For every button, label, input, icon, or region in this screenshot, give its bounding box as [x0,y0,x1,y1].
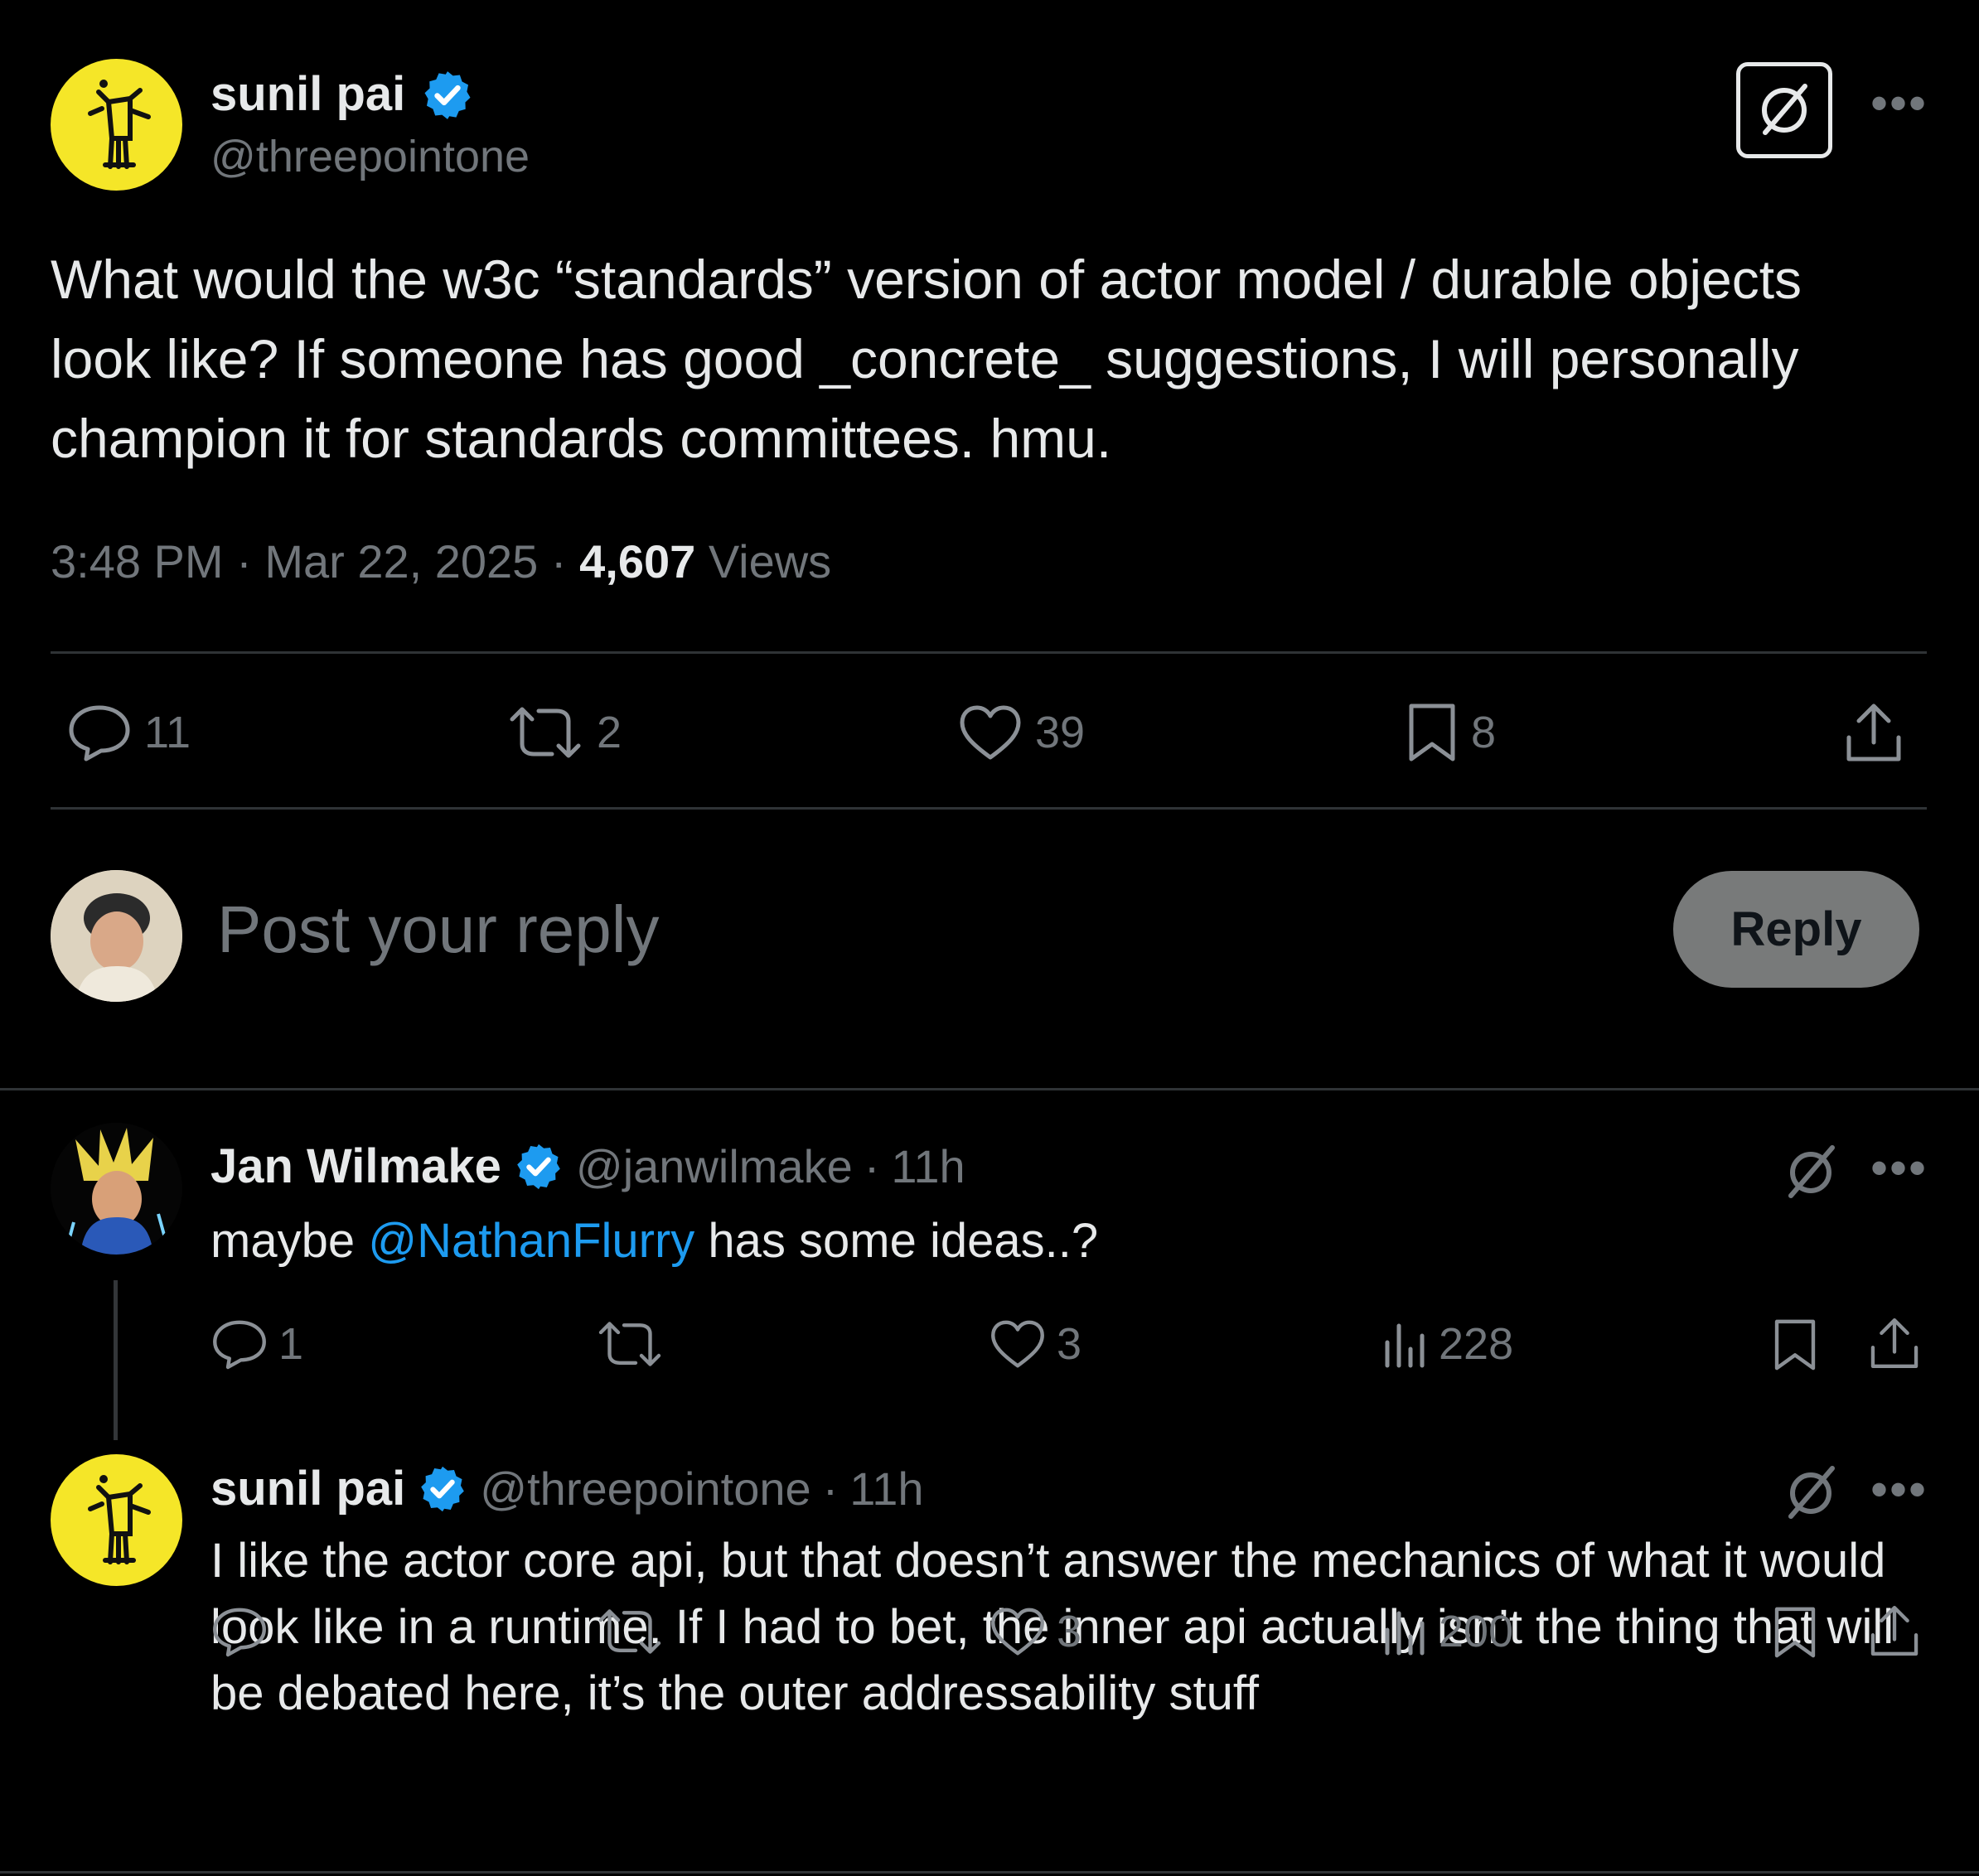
reply1-age[interactable]: 11h [891,1139,965,1193]
author-name[interactable]: sunil pai [210,66,405,122]
author-avatar[interactable] [51,59,182,191]
reply2-avatar[interactable] [51,1454,182,1586]
author-handle[interactable]: @threepointone [210,131,530,182]
post-date[interactable]: Mar 22, 2025 [264,535,538,587]
anime-character-icon [51,1123,182,1255]
post-views-count: 4,607 [579,535,696,587]
bookmark-icon [1774,1319,1816,1371]
more-options-icon[interactable]: ••• [1870,79,1928,128]
reply1-reply-action[interactable]: 1 [210,1318,303,1371]
reply1-avatar[interactable] [51,1123,182,1255]
reply2-reply-action[interactable] [210,1605,278,1658]
post-time[interactable]: 3:48 PM [51,535,224,587]
share-icon [1846,704,1901,762]
more-options-icon[interactable]: ••• [1870,1143,1928,1193]
post-text: What would the w3c “standards” version o… [51,249,1802,469]
reply1-views-action[interactable]: 228 [1382,1318,1513,1371]
reply2-views-action[interactable]: 200 [1382,1605,1513,1658]
grok-icon[interactable] [1778,1458,1844,1525]
bookmark-icon [1409,704,1455,762]
current-user-avatar[interactable] [51,870,182,1002]
reply-icon [213,1320,266,1370]
bookmark-count: 8 [1471,708,1497,757]
dog-figure-icon [88,1475,151,1564]
repost-icon [598,1322,661,1366]
share-action[interactable] [1842,701,1905,764]
reply2-age[interactable]: 11h [849,1462,923,1516]
reply2-view-count: 200 [1439,1607,1514,1656]
thread-line [114,1280,118,1440]
reply2-author-name[interactable]: sunil pai [210,1461,405,1516]
grok-icon[interactable] [1778,1138,1844,1204]
reply2-repost-action[interactable] [595,1605,675,1658]
reply1-like-count: 3 [1057,1319,1082,1369]
bottom-divider [0,1871,1979,1874]
analytics-icon [1385,1611,1425,1656]
reply1-author-handle[interactable]: @janwilmake [576,1139,853,1193]
mention-link[interactable]: @NathanFlurry [368,1214,694,1268]
reply1-text: maybe @NathanFlurry has some ideas..? [210,1214,1099,1268]
reply2-like-action[interactable]: 3 [989,1605,1081,1658]
divider-bottom [51,807,1927,810]
divider-top [51,651,1927,654]
reply-icon [69,705,130,762]
grok-icon [1762,84,1807,135]
reply2-bookmark-action[interactable] [1771,1603,1819,1661]
grok-button[interactable] [1736,62,1832,158]
dog-figure-icon [88,80,151,169]
share-icon [1870,1606,1919,1656]
like-count: 39 [1035,708,1086,757]
post-meta: 3:48 PM · Mar 22, 2025 · 4,607 Views [51,535,832,587]
reply2-author-handle[interactable]: @threepointone [480,1462,810,1516]
reply1-like-action[interactable]: 3 [989,1318,1081,1371]
reply1-bookmark-action[interactable] [1771,1316,1819,1374]
reply-action[interactable]: 11 [66,703,191,762]
reply1-view-count: 228 [1439,1319,1514,1369]
reply1-header: Jan Wilmake @janwilmake · 11h [210,1139,965,1194]
reply1-author-name[interactable]: Jan Wilmake [210,1139,501,1194]
repost-count: 2 [597,708,622,757]
reply1-repost-action[interactable] [595,1318,675,1371]
analytics-icon [1385,1323,1425,1368]
bookmark-action[interactable]: 8 [1405,701,1496,764]
reply1-reply-count: 1 [278,1319,304,1369]
reply-input[interactable]: Post your reply [217,892,660,968]
repost-icon [598,1609,661,1654]
more-options-icon[interactable]: ••• [1870,1465,1928,1515]
bookmark-icon [1774,1607,1816,1658]
verified-badge-icon [421,1466,465,1511]
heart-icon [960,705,1021,760]
like-action[interactable]: 39 [957,703,1085,762]
verified-badge-icon [424,71,471,119]
repost-action[interactable]: 2 [506,703,622,762]
reply2-share-action[interactable] [1867,1603,1922,1658]
verified-badge-icon [517,1143,560,1189]
heart-icon [991,1608,1044,1656]
heart-icon [991,1320,1044,1368]
reply2-header: sunil pai @threepointone · 11h [210,1461,924,1516]
reply-button[interactable]: Reply [1673,871,1919,988]
repost-icon [510,707,581,758]
reply-icon [213,1608,266,1657]
user-photo-icon [51,870,182,1002]
post-views-label: Views [708,535,832,587]
reply2-like-count: 3 [1057,1607,1082,1656]
reply-count: 11 [144,708,191,757]
section-divider [0,1088,1979,1090]
reply1-share-action[interactable] [1867,1316,1922,1371]
share-icon [1870,1318,1919,1368]
